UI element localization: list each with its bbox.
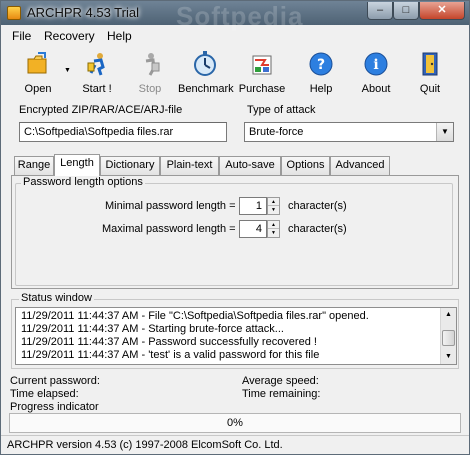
quit-door-icon bbox=[422, 52, 438, 76]
log-line: 11/29/2011 11:44:37 AM - Password succes… bbox=[21, 336, 317, 348]
purchase-icon bbox=[252, 55, 272, 75]
stop-button[interactable]: Stop bbox=[123, 51, 177, 97]
quit-label: Quit bbox=[419, 83, 441, 95]
stepper-down-icon[interactable]: ▼ bbox=[268, 206, 279, 214]
minimize-button[interactable]: – bbox=[367, 2, 393, 20]
time-elapsed-label: Time elapsed: bbox=[10, 388, 79, 400]
benchmark-label: Benchmark bbox=[178, 83, 234, 95]
about-button[interactable]: i About bbox=[349, 51, 403, 97]
menu-recovery[interactable]: Recovery bbox=[44, 29, 95, 43]
log-line: 11/29/2011 11:44:37 AM - Starting brute-… bbox=[21, 323, 284, 335]
attack-type-label: Type of attack bbox=[247, 104, 316, 116]
menu-bar: File Recovery Help bbox=[1, 27, 469, 45]
stopwatch-icon bbox=[194, 51, 216, 76]
stepper-down-icon[interactable]: ▼ bbox=[268, 229, 279, 237]
max-length-stepper[interactable]: ▲ ▼ bbox=[267, 220, 280, 238]
scroll-down-icon[interactable]: ▼ bbox=[441, 350, 456, 364]
toolbar: Open ▼ Start ! Stop Benchmark Purchase ?… bbox=[1, 47, 469, 99]
close-button[interactable]: ✕ bbox=[419, 2, 465, 20]
stop-label: Stop bbox=[138, 83, 162, 95]
about-icon: i bbox=[364, 52, 388, 76]
scroll-thumb[interactable] bbox=[442, 330, 455, 346]
svg-text:?: ? bbox=[317, 57, 325, 73]
attack-type-select[interactable]: Brute-force ▼ bbox=[244, 122, 454, 142]
log-line: 11/29/2011 11:44:37 AM - File "C:\Softpe… bbox=[21, 310, 369, 322]
about-label: About bbox=[361, 83, 391, 95]
stepper-up-icon[interactable]: ▲ bbox=[268, 198, 279, 206]
tab-auto-save[interactable]: Auto-save bbox=[219, 156, 281, 175]
progress-bar: 0% bbox=[9, 413, 461, 433]
start-button[interactable]: Start ! bbox=[70, 51, 124, 97]
max-length-label: Maximal password length = bbox=[102, 223, 236, 235]
help-button[interactable]: ? Help bbox=[294, 51, 348, 97]
min-length-input[interactable]: 1 bbox=[239, 197, 267, 215]
tab-options[interactable]: Options bbox=[281, 156, 330, 175]
max-length-input[interactable]: 4 bbox=[239, 220, 267, 238]
chevron-down-icon[interactable]: ▼ bbox=[436, 123, 453, 141]
open-folder-icon bbox=[27, 52, 47, 74]
open-button[interactable]: Open bbox=[11, 51, 65, 97]
time-remaining-label: Time remaining: bbox=[242, 388, 321, 400]
help-label: Help bbox=[309, 83, 333, 95]
start-label: Start ! bbox=[82, 83, 112, 95]
scroll-up-icon[interactable]: ▲ bbox=[441, 308, 456, 322]
quit-button[interactable]: Quit bbox=[403, 51, 457, 97]
menu-file[interactable]: File bbox=[12, 29, 31, 43]
status-bar: ARCHPR version 4.53 (c) 1997-2008 ElcomS… bbox=[1, 435, 469, 455]
tab-plain-text[interactable]: Plain-text bbox=[160, 156, 219, 175]
app-window: ARCHPR 4.53 Trial Softpedia – □ ✕ File R… bbox=[0, 0, 470, 455]
maximize-button[interactable]: □ bbox=[393, 2, 419, 20]
average-speed-label: Average speed: bbox=[242, 375, 319, 387]
benchmark-button[interactable]: Benchmark bbox=[178, 51, 234, 97]
window-title: ARCHPR 4.53 Trial bbox=[27, 5, 139, 20]
start-runner-icon bbox=[87, 53, 105, 76]
purchase-button[interactable]: Purchase bbox=[235, 51, 289, 97]
min-length-stepper[interactable]: ▲ ▼ bbox=[267, 197, 280, 215]
open-label: Open bbox=[24, 83, 52, 95]
title-bar[interactable]: ARCHPR 4.53 Trial Softpedia – □ ✕ bbox=[1, 1, 469, 31]
encrypted-file-label: Encrypted ZIP/RAR/ACE/ARJ-file bbox=[19, 104, 183, 116]
progress-text: 0% bbox=[227, 417, 243, 429]
tab-length[interactable]: Length bbox=[54, 154, 100, 176]
min-length-label: Minimal password length = bbox=[105, 200, 236, 212]
attack-type-value: Brute-force bbox=[249, 126, 304, 138]
tab-range[interactable]: Range bbox=[14, 156, 54, 175]
log-scrollbar[interactable]: ▲ ▼ bbox=[440, 308, 456, 364]
encrypted-file-field[interactable]: C:\Softpedia\Softpedia files.rar bbox=[19, 122, 227, 142]
menu-help[interactable]: Help bbox=[107, 29, 132, 43]
log-line: 11/29/2011 11:44:37 AM - 'test' is a val… bbox=[21, 349, 320, 361]
tab-dictionary[interactable]: Dictionary bbox=[100, 156, 160, 175]
progress-indicator-label: Progress indicator bbox=[10, 401, 99, 413]
tab-advanced[interactable]: Advanced bbox=[330, 156, 390, 175]
current-password-label: Current password: bbox=[10, 375, 100, 387]
help-icon: ? bbox=[309, 52, 333, 76]
status-log[interactable]: 11/29/2011 11:44:37 AM - File "C:\Softpe… bbox=[15, 307, 457, 365]
purchase-label: Purchase bbox=[238, 83, 286, 95]
stepper-up-icon[interactable]: ▲ bbox=[268, 221, 279, 229]
max-length-unit: character(s) bbox=[288, 223, 347, 235]
min-length-unit: character(s) bbox=[288, 200, 347, 212]
app-icon bbox=[7, 6, 21, 20]
password-length-group-title: Password length options bbox=[21, 176, 145, 188]
stop-runner-icon bbox=[145, 53, 160, 76]
status-window-title: Status window bbox=[19, 292, 94, 304]
svg-text:i: i bbox=[373, 57, 378, 73]
